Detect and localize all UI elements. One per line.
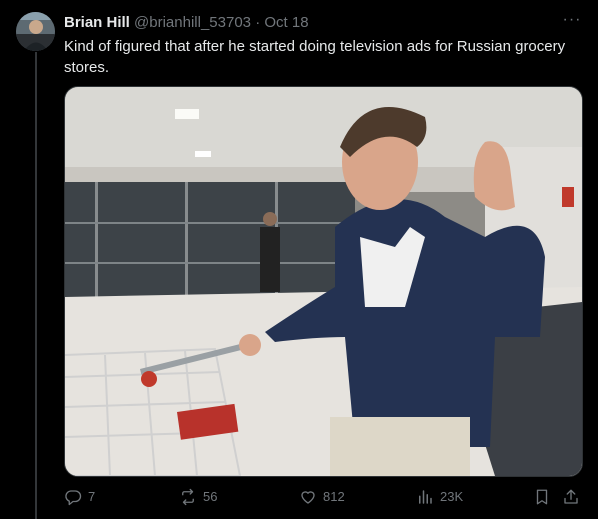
tweet-video[interactable] [64, 86, 583, 477]
share-button[interactable] [561, 486, 581, 508]
reply-button[interactable]: 7 [64, 486, 95, 508]
avatar-image [16, 12, 55, 51]
thread-line [35, 52, 37, 519]
action-bar: 7 56 812 23K [64, 486, 584, 508]
share-icon [564, 489, 578, 504]
reply-icon [65, 490, 82, 506]
like-count: 812 [323, 489, 345, 504]
retweet-icon [182, 488, 194, 506]
bookmark-button[interactable] [532, 486, 552, 508]
retweet-button[interactable]: 56 [179, 486, 217, 508]
views-count: 23K [440, 489, 464, 504]
video-frame [65, 87, 582, 476]
views-button[interactable]: 23K [416, 486, 463, 508]
author-name[interactable]: Brian Hill [64, 14, 130, 31]
reply-count: 7 [88, 489, 96, 504]
tweet-text: Kind of figured that after he started do… [64, 38, 566, 76]
like-button[interactable]: 812 [299, 486, 345, 508]
analytics-icon [419, 490, 432, 504]
heart-icon [301, 491, 315, 504]
author-handle[interactable]: @brianhill_53703 [134, 14, 251, 31]
avatar[interactable] [16, 12, 55, 51]
retweet-count: 56 [203, 489, 218, 504]
more-icon[interactable]: ··· [562, 12, 582, 32]
tweet-header: Brian Hill @brianhill_53703 · Oct 18 [64, 13, 558, 33]
tweet-date[interactable]: Oct 18 [264, 14, 308, 31]
bookmark-icon [536, 489, 548, 505]
header-separator: · [255, 14, 261, 31]
